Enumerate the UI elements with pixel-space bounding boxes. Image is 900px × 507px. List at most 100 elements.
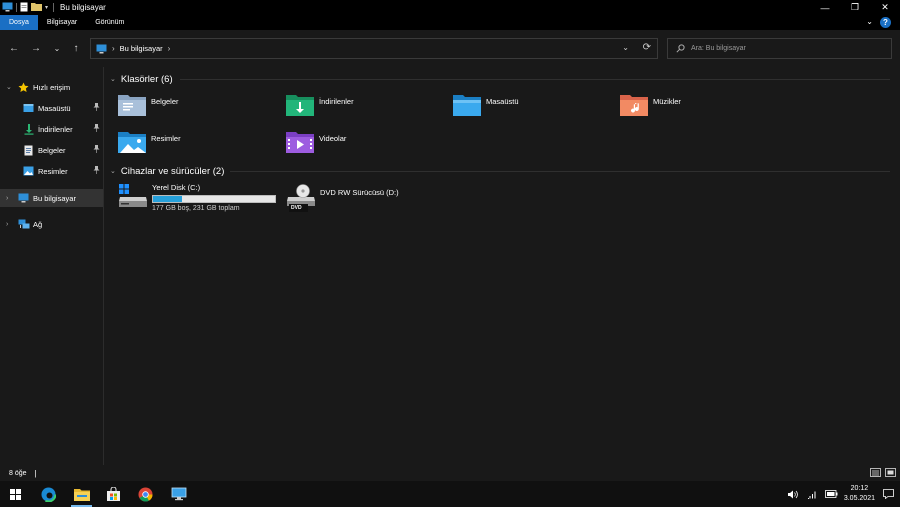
drive-usage-fill bbox=[153, 196, 182, 202]
ribbon-expand-icon[interactable]: ⌄ bbox=[866, 17, 873, 26]
drive-usage-bar bbox=[152, 195, 276, 203]
sidebar-item-desktop[interactable]: Masaüstü bbox=[0, 99, 103, 117]
item-count: 8 öğe bbox=[9, 469, 27, 477]
edge-icon[interactable] bbox=[33, 481, 64, 507]
navigation-bar: ← → ⌄ ↑ › Bu bilgisayar › ⌄ ⟳ Ara: Bu bi… bbox=[0, 30, 900, 67]
group-divider bbox=[180, 79, 890, 80]
drive-c[interactable]: Yerel Disk (C:) 177 GB boş, 231 GB topla… bbox=[118, 183, 283, 215]
sidebar-label-quick-access: Hızlı erişim bbox=[33, 82, 71, 92]
desktop-folder-icon bbox=[453, 92, 481, 116]
pin-icon[interactable] bbox=[93, 166, 100, 176]
address-separator-2[interactable]: › bbox=[168, 44, 171, 53]
drive-label: DVD RW Sürücüsü (D:) bbox=[320, 188, 399, 197]
clock-time: 20:12 bbox=[850, 485, 869, 492]
store-icon[interactable] bbox=[98, 481, 129, 507]
refresh-button[interactable]: ⟳ bbox=[643, 42, 651, 53]
tab-computer[interactable]: Bilgisayar bbox=[38, 15, 86, 30]
status-bar: 8 öğe | bbox=[0, 465, 900, 481]
view-toggle bbox=[870, 467, 896, 478]
chevron-down-icon[interactable]: ⌄ bbox=[6, 83, 12, 91]
folder-documents[interactable]: Belgeler bbox=[118, 92, 278, 120]
details-view-icon[interactable] bbox=[870, 467, 881, 478]
folder-label: Videolar bbox=[319, 134, 347, 143]
this-pc-icon[interactable] bbox=[2, 2, 13, 14]
sidebar-item-documents[interactable]: Belgeler bbox=[0, 141, 103, 159]
sidebar-label-downloads: İndirilenler bbox=[38, 124, 73, 134]
back-button[interactable]: ← bbox=[7, 41, 21, 55]
forward-button[interactable]: → bbox=[29, 41, 43, 55]
folder-label: Resimler bbox=[151, 134, 181, 143]
recent-locations-button[interactable]: ⌄ bbox=[50, 41, 64, 55]
breadcrumb-this-pc[interactable]: Bu bilgisayar bbox=[120, 44, 163, 53]
sidebar-item-pictures[interactable]: Resimler bbox=[0, 162, 103, 180]
ribbon: Dosya Bilgisayar Görünüm ⌄ ? bbox=[0, 15, 900, 30]
window-title: Bu bilgisayar bbox=[60, 3, 106, 12]
sidebar-item-downloads[interactable]: İndirilenler bbox=[0, 120, 103, 138]
pin-icon[interactable] bbox=[93, 103, 100, 113]
system-tray: 20:12 3.05.2021 bbox=[787, 481, 900, 507]
pin-icon[interactable] bbox=[93, 124, 100, 134]
network-icon bbox=[18, 219, 30, 230]
new-folder-icon[interactable] bbox=[31, 2, 42, 13]
devices-group-title: Cihazlar ve sürücüler (2) bbox=[120, 165, 225, 177]
chevron-down-icon[interactable]: ⌄ bbox=[110, 75, 116, 83]
folder-label: Müzikler bbox=[653, 97, 681, 106]
chevron-right-icon[interactable]: › bbox=[6, 195, 8, 202]
chevron-right-icon[interactable]: › bbox=[6, 221, 8, 228]
folder-videos[interactable]: Videolar bbox=[286, 129, 446, 157]
tab-view[interactable]: Görünüm bbox=[86, 15, 133, 30]
large-icons-view-icon[interactable] bbox=[885, 467, 896, 478]
remote-desktop-icon[interactable] bbox=[163, 481, 194, 507]
clock-date: 3.05.2021 bbox=[843, 495, 875, 502]
tab-file[interactable]: Dosya bbox=[0, 15, 38, 30]
sidebar-item-this-pc[interactable]: › Bu bilgisayar bbox=[0, 189, 103, 207]
sidebar-label-pictures: Resimler bbox=[38, 166, 68, 176]
maximize-button[interactable]: ❐ bbox=[840, 0, 870, 15]
drive-d[interactable]: DVD DVD RW Sürücüsü (D:) bbox=[286, 183, 451, 215]
help-button[interactable]: ? bbox=[880, 17, 891, 28]
customize-qat-icon[interactable]: ▾ bbox=[45, 4, 48, 11]
folder-music[interactable]: Müzikler bbox=[620, 92, 780, 120]
qat-divider bbox=[16, 3, 17, 12]
notification-icon[interactable] bbox=[883, 489, 894, 499]
volume-icon[interactable] bbox=[787, 490, 799, 499]
star-icon bbox=[18, 82, 29, 93]
address-dropdown-icon[interactable]: ⌄ bbox=[622, 43, 629, 52]
address-separator[interactable]: › bbox=[112, 44, 115, 53]
start-button[interactable] bbox=[0, 481, 31, 507]
navigation-pane: ⌄ Hızlı erişim Masaüstü İndirilenler Bel… bbox=[0, 67, 104, 465]
close-button[interactable]: ✕ bbox=[870, 0, 900, 15]
search-box[interactable]: Ara: Bu bilgisayar bbox=[667, 38, 892, 59]
folder-downloads[interactable]: İndirilenler bbox=[286, 92, 446, 120]
wifi-icon[interactable] bbox=[807, 490, 817, 499]
properties-icon[interactable] bbox=[20, 2, 28, 14]
download-icon bbox=[24, 123, 34, 135]
battery-icon[interactable] bbox=[824, 490, 838, 498]
music-folder-icon bbox=[620, 92, 648, 116]
group-divider bbox=[230, 171, 890, 172]
folder-desktop[interactable]: Masaüstü bbox=[453, 92, 613, 120]
minimize-button[interactable]: — bbox=[810, 0, 840, 15]
devices-group-header[interactable]: ⌄ Cihazlar ve sürücüler (2) bbox=[105, 164, 895, 178]
folder-pictures[interactable]: Resimler bbox=[118, 129, 278, 157]
chrome-icon[interactable] bbox=[130, 481, 161, 507]
taskbar: 20:12 3.05.2021 bbox=[0, 481, 900, 507]
file-explorer-icon[interactable] bbox=[66, 481, 97, 507]
this-pc-icon bbox=[96, 44, 107, 54]
chevron-down-icon[interactable]: ⌄ bbox=[110, 167, 116, 175]
address-bar[interactable]: › Bu bilgisayar › ⌄ ⟳ bbox=[90, 38, 658, 59]
pictures-icon bbox=[23, 166, 34, 176]
window-controls: — ❐ ✕ bbox=[810, 0, 900, 15]
clock[interactable]: 20:12 3.05.2021 bbox=[844, 484, 875, 504]
pin-icon[interactable] bbox=[93, 145, 100, 155]
folder-label: İndirilenler bbox=[319, 97, 354, 106]
up-button[interactable]: ↑ bbox=[69, 41, 83, 55]
sidebar-item-network[interactable]: › Ağ bbox=[0, 215, 103, 233]
sidebar-item-quick-access[interactable]: ⌄ Hızlı erişim bbox=[0, 78, 103, 96]
quick-access-toolbar: ▾ bbox=[0, 2, 55, 14]
folders-group-header[interactable]: ⌄ Klasörler (6) bbox=[105, 72, 895, 86]
folders-group-title: Klasörler (6) bbox=[120, 73, 173, 85]
videos-folder-icon bbox=[286, 129, 314, 153]
documents-icon bbox=[24, 145, 33, 156]
drive-space-info: 177 GB boş, 231 GB toplam bbox=[152, 205, 240, 212]
